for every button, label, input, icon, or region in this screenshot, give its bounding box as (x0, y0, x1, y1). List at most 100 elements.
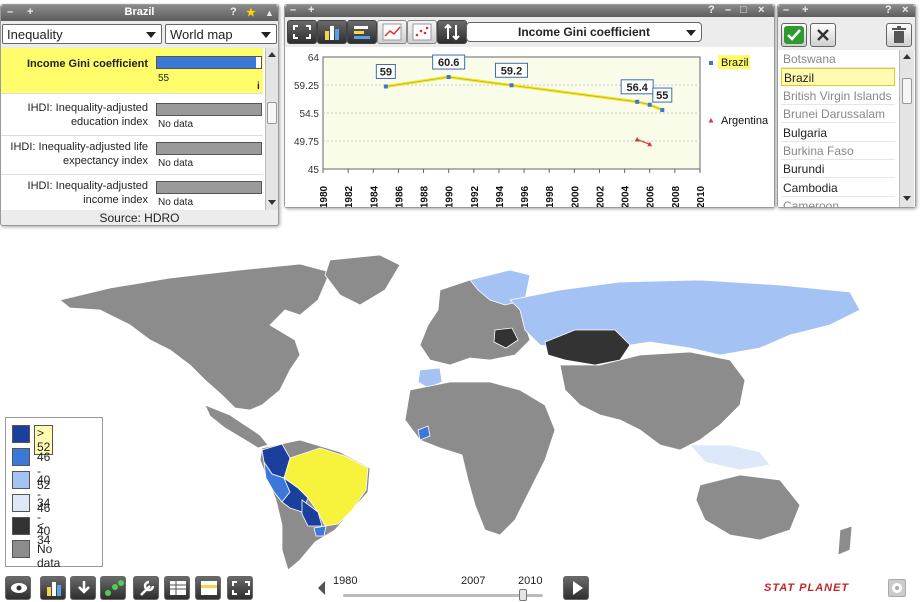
play-button[interactable] (563, 576, 589, 600)
line-chart-icon (382, 23, 402, 41)
map-australia[interactable] (695, 474, 801, 541)
settings-corner-button[interactable] (888, 579, 906, 597)
map-greenland[interactable] (324, 254, 401, 306)
legend-swatch (12, 494, 30, 512)
scroll-up-icon[interactable] (903, 54, 911, 59)
fullscreen-button[interactable] (287, 20, 317, 44)
country-item[interactable]: Burundi (781, 160, 895, 179)
data-point[interactable] (660, 108, 665, 113)
line-chart-button[interactable] (377, 20, 407, 44)
country-panel-titlebar[interactable]: – + ? × (778, 4, 915, 17)
indicator-name: IHDI: Inequality-adjusted education inde… (27, 102, 148, 128)
country-item[interactable]: Brazil (781, 68, 895, 87)
sort-button[interactable] (437, 20, 467, 44)
scroll-down-icon[interactable] (903, 196, 911, 201)
indicator-list: Income Gini coefficient 55 i IHDI: Inequ… (1, 48, 278, 210)
add-button[interactable]: + (308, 4, 314, 16)
timeline-prev-icon[interactable] (318, 581, 325, 595)
table-button[interactable] (164, 576, 190, 600)
data-point[interactable] (635, 99, 640, 104)
indicator-panel: – + Brazil ? ★ ▲ Inequality World map In… (0, 4, 279, 226)
map-new-zealand[interactable] (837, 525, 853, 556)
scatter-icon (412, 23, 432, 41)
close-button[interactable]: × (902, 4, 908, 16)
indicator-name: IHDI: Inequality-adjusted income index (27, 180, 148, 206)
x-tick-label: 2010 (696, 185, 707, 207)
data-point[interactable] (647, 102, 652, 107)
close-button[interactable]: × (758, 4, 764, 16)
country-item[interactable]: Brunei Darussalam (781, 105, 895, 124)
sort-icon (444, 23, 460, 41)
minimize-button[interactable]: – (783, 4, 789, 16)
map-africa[interactable] (404, 381, 556, 536)
data-point[interactable] (509, 83, 514, 88)
indicator-item-income[interactable]: IHDI: Inequality-adjusted income index N… (1, 176, 263, 210)
country-item[interactable]: Burkina Faso (781, 142, 895, 160)
x-icon (817, 29, 829, 41)
indicator-item-education[interactable]: IHDI: Inequality-adjusted education inde… (1, 98, 263, 136)
settings-button[interactable] (133, 576, 159, 600)
indicator-bar (156, 56, 262, 69)
star-icon[interactable]: ★ (246, 6, 256, 19)
network-button[interactable] (100, 576, 126, 600)
data-point[interactable] (383, 84, 388, 89)
data-point[interactable] (446, 75, 451, 80)
view-select[interactable]: World map (165, 24, 277, 44)
world-map[interactable] (0, 230, 920, 570)
table-icon (170, 581, 186, 595)
minimize-button[interactable]: – (290, 4, 296, 16)
scroll-up-icon[interactable] (268, 52, 276, 57)
indicator-item-gini[interactable]: Income Gini coefficient 55 i (1, 48, 263, 94)
graph-panel-titlebar[interactable]: – + ? – □ × (285, 4, 774, 17)
delete-button[interactable] (886, 23, 912, 47)
scroll-thumb[interactable] (267, 102, 277, 124)
legend-swatch (12, 517, 30, 535)
indicator-item-life-expectancy[interactable]: IHDI: Inequality-adjusted life expectanc… (1, 137, 263, 175)
map-central-america[interactable] (204, 404, 269, 449)
maximize-button[interactable]: □ (740, 4, 747, 16)
map-uruguay[interactable] (313, 525, 327, 537)
x-tick-label: 1984 (369, 185, 380, 207)
timeline-thumb[interactable] (519, 589, 527, 601)
help-button[interactable]: ? (885, 4, 892, 16)
minimize-button[interactable]: – (725, 4, 731, 16)
scroll-thumb[interactable] (902, 78, 912, 104)
horizontal-bar-button[interactable] (347, 20, 377, 44)
fullscreen-icon (232, 581, 250, 595)
x-tick-label: 2002 (595, 185, 606, 207)
country-item[interactable]: British Virgin Islands (781, 86, 895, 105)
download-button[interactable] (70, 576, 96, 600)
country-scrollbar[interactable] (899, 50, 914, 207)
bar-chart-button[interactable] (317, 20, 347, 44)
indicator-panel-titlebar[interactable]: – + Brazil ? ★ ▲ (1, 5, 278, 21)
map-southeast-asia[interactable] (689, 444, 771, 471)
info-icon[interactable]: i (257, 81, 260, 92)
legend-series-label[interactable]: Brazil (721, 57, 749, 69)
fullscreen-button[interactable] (227, 576, 253, 600)
collapse-button[interactable]: ▲ (265, 8, 274, 18)
scroll-down-icon[interactable] (268, 200, 276, 205)
view-button[interactable] (5, 576, 31, 600)
help-button[interactable]: ? (230, 6, 237, 18)
help-button[interactable]: ? (708, 4, 715, 16)
timeline-track[interactable] (343, 594, 543, 597)
data-label: 55 (656, 90, 668, 102)
timeline-end-label: 2010 (518, 575, 543, 587)
accept-button[interactable] (781, 23, 807, 47)
graph-indicator-select[interactable]: Income Gini coefficient (466, 22, 702, 42)
scatter-button[interactable] (407, 20, 437, 44)
category-select[interactable]: Inequality (2, 24, 162, 44)
list-button[interactable] (195, 576, 221, 600)
country-item[interactable]: Bulgaria (781, 123, 895, 142)
map-north-america[interactable] (59, 263, 331, 411)
map-asia[interactable] (559, 351, 746, 451)
legend-series-label[interactable]: Argentina (721, 115, 769, 127)
timeline-start-label: 1980 (333, 575, 358, 587)
indicator-scrollbar[interactable] (265, 48, 278, 210)
graph-button[interactable] (40, 576, 66, 600)
add-button[interactable]: + (802, 4, 808, 16)
country-item[interactable]: Cameroon (781, 197, 895, 207)
country-item[interactable]: Cambodia (781, 178, 895, 197)
reject-button[interactable] (810, 23, 836, 47)
country-item[interactable]: Botswana (781, 50, 895, 68)
